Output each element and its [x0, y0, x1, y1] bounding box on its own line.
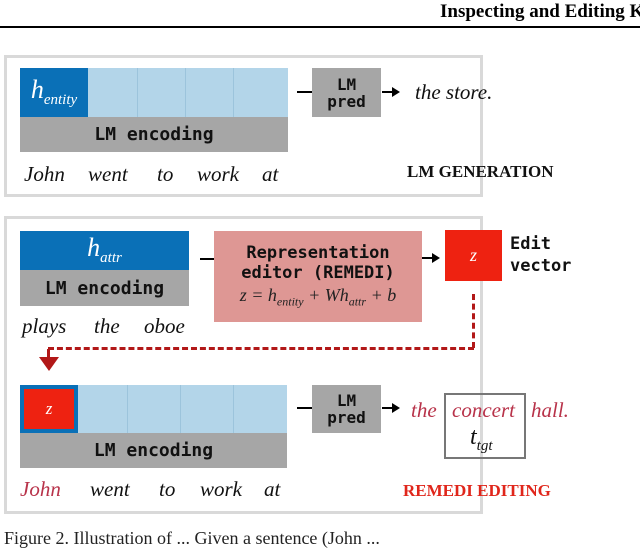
formula-h2: h — [339, 285, 349, 306]
t-subscript: tgt — [476, 437, 493, 454]
edited-lm-encoding-bar: LM encoding — [20, 433, 287, 468]
header-rule — [0, 26, 640, 28]
connector-line — [297, 91, 312, 93]
hidden-state-cell — [186, 68, 234, 117]
editor-line1: Representation — [246, 243, 390, 264]
hidden-state-cell — [181, 385, 234, 433]
arrow-right-icon — [422, 253, 440, 263]
lm-pred-box: LM pred — [312, 68, 381, 117]
token: work — [197, 162, 239, 186]
representation-editor-box: Representation editor (REMEDI) z = henti… — [214, 231, 422, 322]
attr-h-symbol: h — [87, 233, 101, 263]
arrow-right-icon — [382, 403, 400, 413]
panel-label-lm-generation: LM GENERATION — [407, 162, 554, 181]
edited-token-entity: John — [20, 477, 61, 501]
token: at — [262, 162, 279, 186]
formula-plus-b: + b — [366, 285, 397, 306]
edit-vector-line1: Edit — [510, 234, 551, 254]
formula-h2-sub: attr — [348, 294, 367, 309]
target-token-label: ttgt — [470, 424, 493, 455]
injected-z-box: z — [24, 389, 74, 429]
dashed-connector-drop — [47, 349, 50, 357]
formula-h: h — [267, 285, 277, 306]
t-symbol: t — [470, 424, 477, 450]
hidden-state-cell — [234, 68, 288, 117]
edit-vector-line2: vector — [510, 256, 572, 276]
edit-vector-z-box: z — [445, 230, 502, 281]
connector-line — [297, 407, 312, 409]
edit-vector-label: Edit vector — [510, 233, 571, 277]
lm-pred-line2: pred — [327, 91, 366, 111]
dashed-connector-horizontal — [48, 347, 474, 350]
edited-output-prefix: the — [411, 398, 437, 422]
arrow-down-icon — [39, 357, 59, 371]
generated-output: the store. — [415, 80, 493, 104]
lm-pred-line1: LM — [336, 391, 357, 410]
edited-token: went — [90, 477, 130, 501]
attr-lm-encoding-bar: LM encoding — [20, 270, 189, 306]
page-header-title: Inspecting and Editing Knowledge Re — [440, 1, 640, 22]
hidden-state-cell — [88, 68, 138, 117]
lm-encoding-bar: LM encoding — [20, 117, 288, 152]
edited-output-suffix: hall. — [531, 398, 569, 422]
entity-subscript: entity — [43, 92, 78, 109]
editor-formula: z = hentity + Whattr + b — [240, 285, 396, 310]
formula-lhs: z = — [239, 285, 268, 306]
lm-pred-line2: pred — [327, 408, 366, 427]
lm-pred-line1: LM — [336, 74, 357, 94]
edited-token: at — [264, 477, 281, 501]
attribute-hidden-state-cell: hattr — [20, 231, 189, 270]
formula-h-sub: entity — [276, 294, 304, 309]
hidden-state-cell — [128, 385, 181, 433]
hidden-state-cell — [234, 385, 287, 433]
attr-token: oboe — [144, 314, 185, 338]
token: went — [88, 162, 128, 186]
hidden-state-cell — [78, 385, 128, 433]
dashed-connector-vertical — [472, 294, 475, 348]
edited-token: to — [159, 477, 176, 501]
attr-subscript: attr — [100, 250, 122, 267]
token: John — [24, 162, 65, 186]
target-token: concert — [452, 398, 515, 422]
arrow-right-icon — [382, 87, 400, 97]
connector-line — [200, 258, 214, 260]
formula-plus-w: + W — [303, 285, 340, 306]
attr-token: plays — [22, 314, 67, 338]
panel-label-remedi-editing: REMEDI EDITING — [403, 481, 551, 500]
figure-caption: Figure 2. Illustration of ... Given a se… — [4, 528, 380, 548]
editor-line2: editor (REMEDI) — [241, 263, 395, 284]
entity-h-symbol: h — [30, 75, 44, 105]
edited-lm-pred-box: LM pred — [312, 385, 381, 433]
token: to — [157, 162, 174, 186]
entity-hidden-state-cell: hentity — [20, 68, 88, 117]
hidden-state-cell — [138, 68, 186, 117]
attr-token: the — [94, 314, 120, 338]
edited-token: work — [200, 477, 242, 501]
